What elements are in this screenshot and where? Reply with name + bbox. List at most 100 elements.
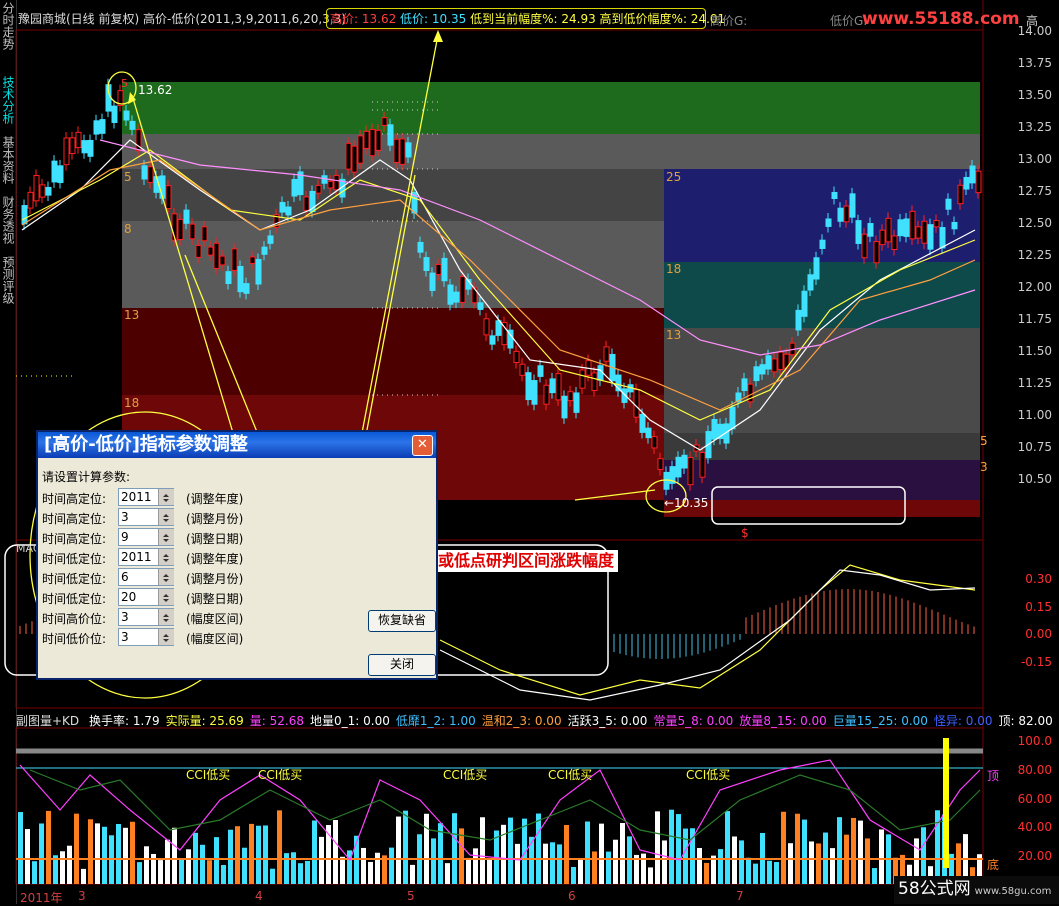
- kd-axis-40: 40.00: [1017, 820, 1052, 834]
- volume-bar: [767, 860, 772, 884]
- candle-body: [867, 223, 874, 237]
- volume-bar: [557, 844, 562, 884]
- candle-body: [567, 391, 574, 402]
- candle-body: [573, 392, 580, 413]
- right-label-3: 3: [980, 460, 988, 474]
- candle-body: [819, 239, 826, 249]
- volume-bar: [669, 809, 674, 884]
- candle-body: [483, 318, 490, 336]
- spinner-icon[interactable]: [158, 549, 174, 565]
- candle-body: [357, 135, 364, 164]
- volume-bar: [410, 864, 415, 884]
- spinner-icon[interactable]: [158, 509, 174, 525]
- reset-defaults-button[interactable]: 恢复缺省: [368, 610, 436, 632]
- volume-bar: [529, 836, 534, 884]
- volume-bar: [753, 863, 758, 884]
- volume-bar: [298, 863, 303, 884]
- volume-bar: [830, 848, 835, 884]
- price-axis-label: 11.75: [1017, 312, 1052, 326]
- candle-body: [315, 184, 322, 194]
- price-axis-label: 11.25: [1017, 376, 1052, 390]
- candle-body: [39, 184, 46, 198]
- param-hint: (调整月份): [186, 512, 244, 526]
- zone-label-5: 5: [124, 170, 132, 184]
- spinner-icon[interactable]: [158, 489, 174, 505]
- zone-band-right: [664, 262, 980, 328]
- candle-body: [633, 389, 640, 418]
- candle-body: [663, 471, 670, 490]
- candle-body: [651, 436, 658, 449]
- dialog-titlebar[interactable]: [高价-低价]指标参数调整 ✕: [38, 432, 436, 458]
- volume-bar: [81, 868, 86, 884]
- candle-body: [99, 119, 106, 134]
- price-axis-label: 11.50: [1017, 344, 1052, 358]
- candle-body: [645, 427, 652, 439]
- candle-body: [435, 263, 442, 275]
- spinner-icon[interactable]: [158, 609, 174, 625]
- candle-body: [129, 120, 136, 130]
- spinner-icon[interactable]: [158, 529, 174, 545]
- sidebar-item-financials[interactable]: 财务透视: [1, 196, 15, 244]
- volume-bar: [683, 828, 688, 884]
- candle-body: [603, 346, 610, 362]
- cci-buy-label: CCI低买: [548, 768, 593, 782]
- volume-bar: [291, 852, 296, 884]
- parameter-dialog[interactable]: [高价-低价]指标参数调整 ✕ 请设置计算参数: 时间高定位: (调整年度) 时间高…: [36, 430, 438, 680]
- volume-bar: [578, 858, 583, 884]
- candle-body: [63, 137, 70, 166]
- candle-body: [855, 220, 862, 244]
- candle-body: [381, 117, 388, 126]
- candle-body: [21, 205, 28, 225]
- candle-body: [495, 320, 502, 336]
- candle-body: [861, 233, 868, 259]
- date-jul: 7: [736, 889, 744, 903]
- volume-bar: [837, 817, 842, 884]
- volume-bar: [879, 829, 884, 884]
- sidebar-item-technical[interactable]: 技术分析: [1, 76, 15, 124]
- volume-bar: [32, 861, 37, 884]
- legend-high: 高价: 13.62: [330, 12, 397, 26]
- spinner-icon[interactable]: [158, 589, 174, 605]
- candle-body: [195, 244, 202, 258]
- candle-body: [969, 165, 976, 184]
- volume-bar: [620, 822, 625, 884]
- candle-body: [825, 218, 832, 227]
- volume-bar: [186, 849, 191, 884]
- volume-bar: [179, 859, 184, 884]
- stock-name: 豫园商城(日线 前复权): [18, 12, 140, 26]
- candle-body: [285, 206, 292, 216]
- close-icon[interactable]: ✕: [412, 435, 433, 456]
- param-hint: (调整日期): [186, 592, 244, 606]
- zone-label-18-right: 18: [666, 262, 682, 276]
- sidebar-item-intraday[interactable]: 分时走势: [1, 2, 15, 50]
- close-button[interactable]: 关闭: [368, 654, 436, 676]
- candle-body: [945, 198, 952, 210]
- spinner-icon[interactable]: [158, 629, 174, 645]
- zone-label-18: 18: [124, 396, 140, 410]
- volume-bar: [543, 843, 548, 884]
- volume-bar: [536, 813, 541, 884]
- candle-body: [261, 246, 268, 255]
- candle-body: [489, 335, 496, 345]
- price-axis-label: 12.50: [1017, 216, 1052, 230]
- candle-body: [369, 129, 376, 157]
- volume-bar: [396, 816, 401, 884]
- candle-body: [711, 419, 718, 440]
- sidebar-item-forecast[interactable]: 预测评级: [1, 256, 15, 304]
- volume-bar: [473, 848, 478, 884]
- spinner-icon[interactable]: [158, 569, 174, 585]
- volume-bar: [235, 826, 240, 884]
- volume-bar: [95, 823, 100, 884]
- volume-bar: [725, 811, 730, 884]
- sidebar-item-fundamentals[interactable]: 基本资料: [1, 136, 15, 184]
- candle-body: [333, 174, 340, 191]
- macd-axis-neg015: -0.15: [1020, 655, 1052, 669]
- volume-bar: [424, 813, 429, 884]
- volume-bar: [263, 825, 268, 884]
- volume-bar: [452, 813, 457, 884]
- param-label: 时间低定位:: [42, 552, 107, 566]
- date-mar: 3: [78, 889, 86, 903]
- volume-bar: [319, 836, 324, 884]
- candle-body: [363, 130, 370, 149]
- candle-body: [765, 355, 772, 370]
